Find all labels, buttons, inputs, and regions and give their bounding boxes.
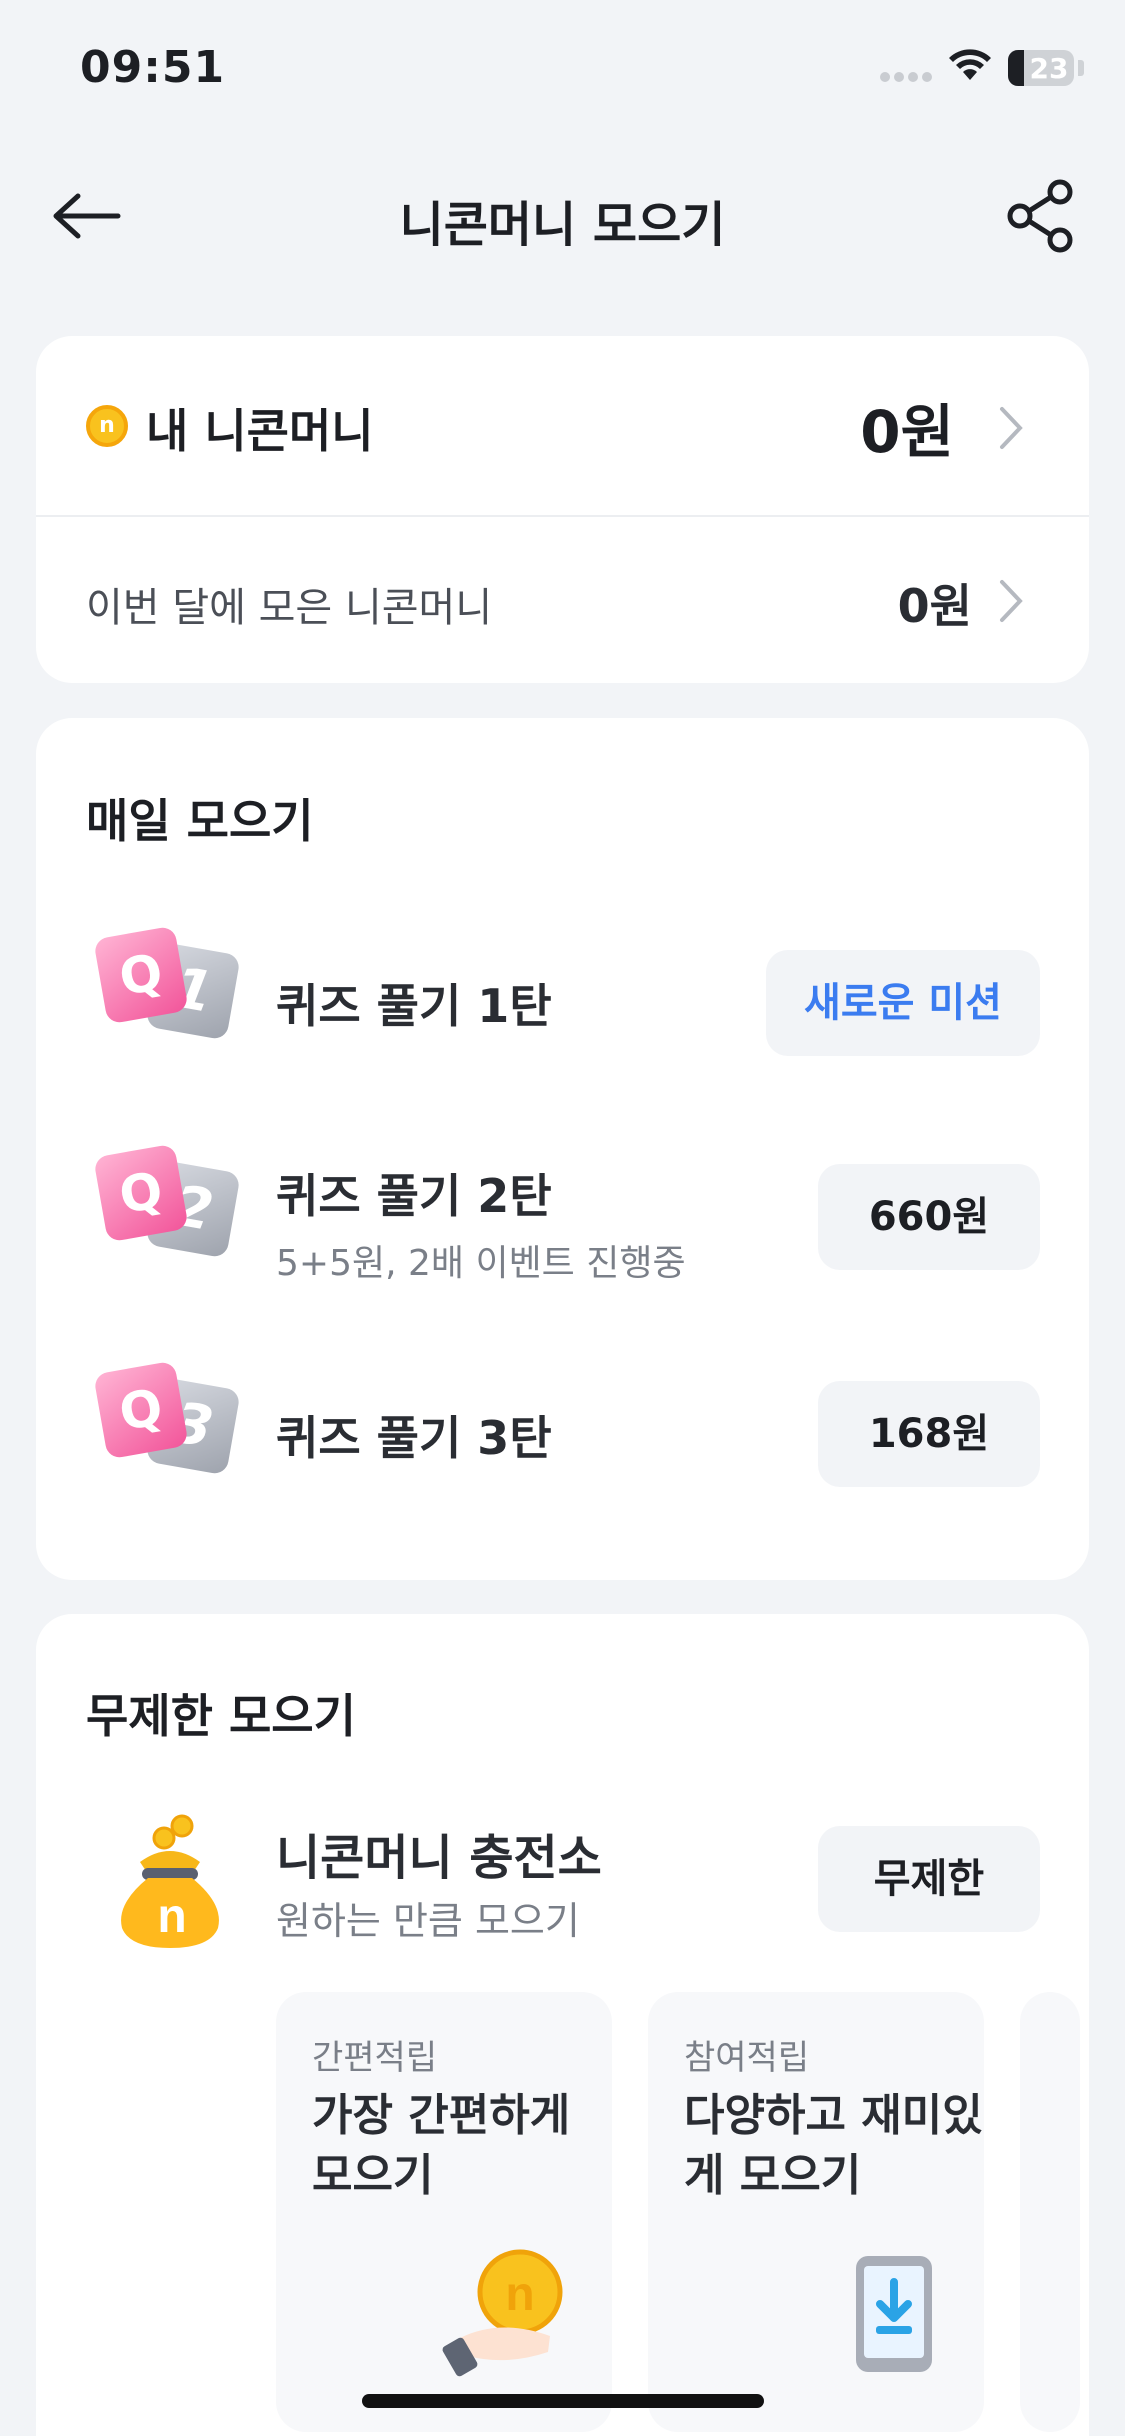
participation-earn-tag: 참여적립 bbox=[684, 2038, 810, 2078]
money-bag-icon: n bbox=[121, 1814, 219, 1948]
unlimited-section-title: 무제한 모으기 bbox=[86, 1689, 356, 1743]
svg-text:n: n bbox=[157, 1890, 186, 1943]
month-money-label: 이번 달에 모은 니콘머니 bbox=[86, 585, 493, 631]
quiz-2-title: 퀴즈 풀기 2탄 bbox=[276, 1169, 552, 1223]
quiz-3-button[interactable]: 168원 bbox=[818, 1381, 1040, 1487]
battery-level: 23 bbox=[1029, 52, 1069, 85]
easy-earn-title: 가장 간편하게 모으기 bbox=[312, 2090, 571, 2201]
signal-icon bbox=[880, 72, 934, 82]
my-money-amount[interactable]: 0원 bbox=[780, 385, 954, 469]
quiz-2-subtitle: 5+5원, 2배 이벤트 진행중 bbox=[276, 1243, 686, 1284]
participation-earn-title: 다양하고 재미있게 모으기 bbox=[684, 2090, 983, 2201]
share-icon[interactable] bbox=[1006, 178, 1076, 254]
easy-earn-tag: 간편적립 bbox=[312, 2038, 438, 2078]
charge-title: 니콘머니 충전소 bbox=[276, 1830, 602, 1886]
quiz-3-title: 퀴즈 풀기 3탄 bbox=[276, 1411, 552, 1465]
svg-text:n: n bbox=[505, 2268, 534, 2321]
month-money-amount[interactable]: 0원 bbox=[790, 570, 972, 636]
coin-hand-icon: n bbox=[442, 2249, 563, 2377]
my-money-label: 내 니콘머니 bbox=[146, 404, 374, 458]
chevron-right-icon[interactable] bbox=[996, 578, 1026, 624]
divider bbox=[36, 515, 1089, 517]
home-indicator bbox=[362, 2394, 764, 2408]
quiz-badge-icon: 1 Q bbox=[93, 925, 246, 1050]
daily-section-title: 매일 모으기 bbox=[86, 794, 314, 848]
chevron-right-icon[interactable] bbox=[996, 405, 1026, 451]
next-card-peek[interactable] bbox=[1020, 1992, 1080, 2432]
wifi-icon bbox=[949, 49, 991, 80]
phone-download-icon bbox=[856, 2256, 932, 2372]
status-time: 09:51 bbox=[80, 42, 226, 93]
quiz-1-button[interactable]: 새로운 미션 bbox=[766, 950, 1040, 1056]
quiz-1-title: 퀴즈 풀기 1탄 bbox=[276, 979, 552, 1033]
unlimited-button[interactable]: 무제한 bbox=[818, 1826, 1040, 1932]
battery-icon: 23 bbox=[1008, 50, 1074, 86]
quiz-badge-icon: 2 Q bbox=[93, 1143, 246, 1268]
coin-icon: n bbox=[86, 405, 128, 447]
quiz-2-button[interactable]: 660원 bbox=[818, 1164, 1040, 1270]
quiz-badge-icon: 3 Q bbox=[93, 1360, 246, 1485]
charge-subtitle: 원하는 만큼 모으기 bbox=[276, 1899, 580, 1943]
page-title: 니콘머니 모으기 bbox=[399, 197, 726, 253]
